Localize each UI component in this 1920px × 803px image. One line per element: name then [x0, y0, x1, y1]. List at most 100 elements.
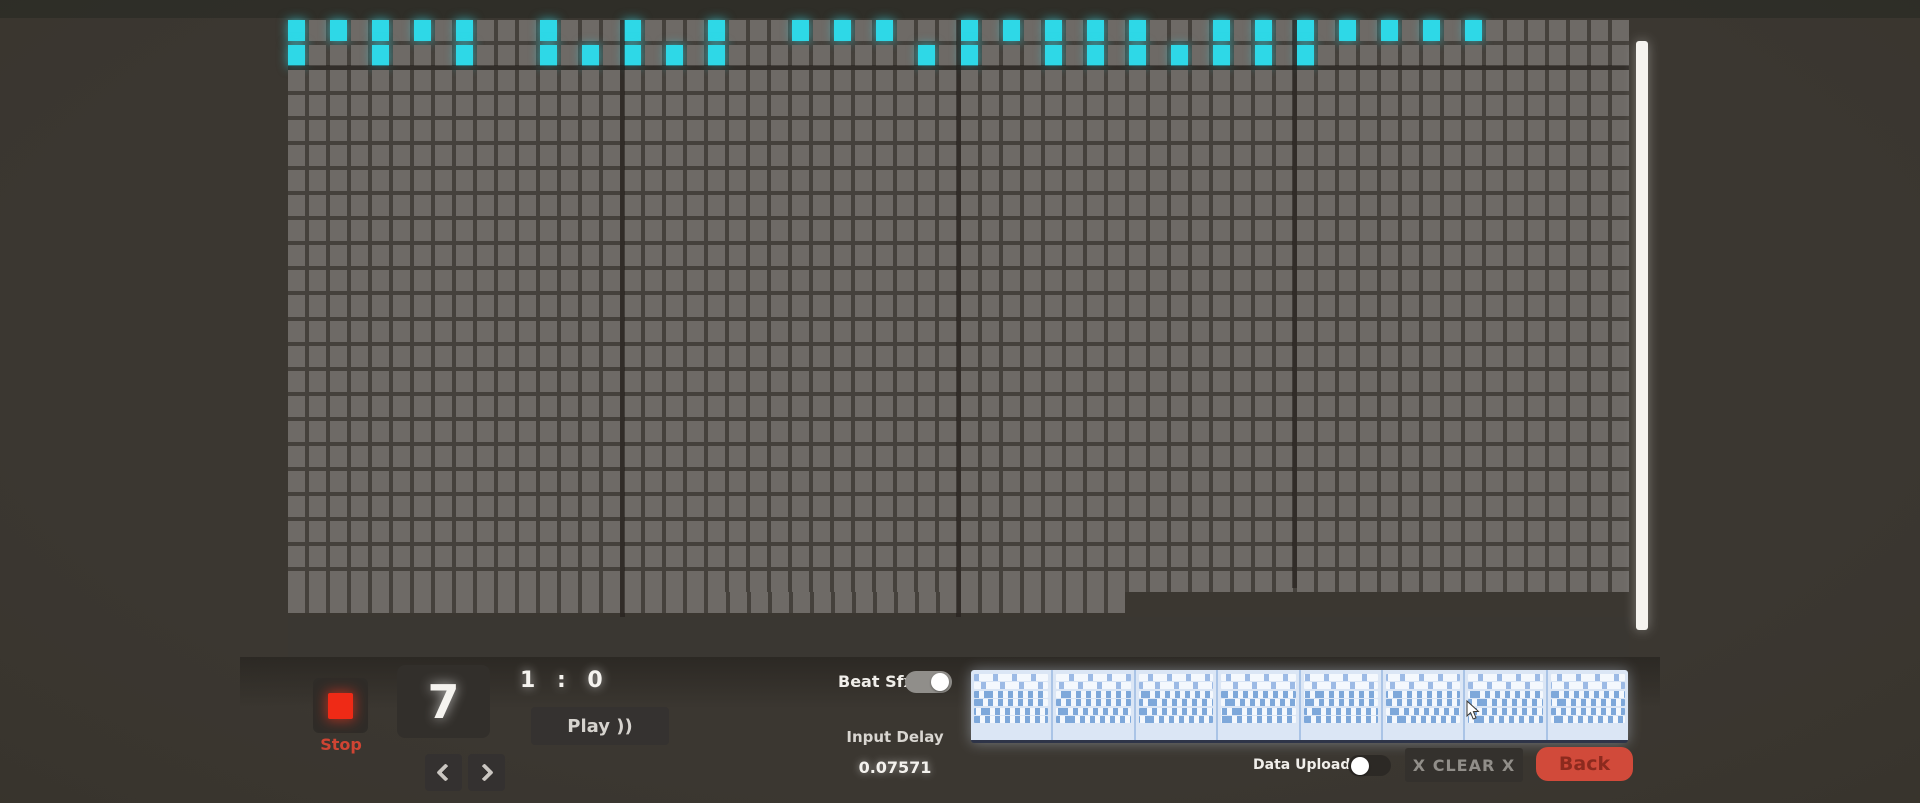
grid-cell[interactable]	[1213, 571, 1230, 592]
grid-cell[interactable]	[666, 145, 683, 166]
grid-cell[interactable]	[645, 571, 662, 592]
grid-cell[interactable]	[918, 346, 935, 367]
grid-cell[interactable]	[477, 546, 494, 567]
grid-cell[interactable]	[813, 446, 830, 467]
grid-cell[interactable]	[1444, 45, 1461, 66]
grid-cell[interactable]	[1045, 20, 1062, 41]
grid-cell[interactable]	[1192, 145, 1209, 166]
grid-cell[interactable]	[1255, 70, 1272, 91]
grid-cell[interactable]	[1129, 371, 1146, 392]
grid-cell[interactable]	[1444, 195, 1461, 216]
grid-cell[interactable]	[1507, 546, 1524, 567]
grid-cell[interactable]	[1360, 220, 1377, 241]
grid-cell[interactable]	[687, 496, 704, 517]
grid-cell[interactable]	[1423, 446, 1440, 467]
grid-cell[interactable]	[519, 145, 536, 166]
grid-cell[interactable]	[1318, 371, 1335, 392]
grid-cell[interactable]	[1045, 546, 1062, 567]
grid-cell[interactable]	[540, 421, 557, 442]
grid-cell[interactable]	[1171, 446, 1188, 467]
pattern-segment[interactable]	[971, 670, 1053, 740]
grid-cell[interactable]	[1381, 396, 1398, 417]
grid-cell[interactable]	[1402, 220, 1419, 241]
grid-cell[interactable]	[1129, 70, 1146, 91]
grid-cell[interactable]	[1465, 496, 1482, 517]
grid-cell[interactable]	[1549, 496, 1566, 517]
grid-cell[interactable]	[961, 195, 978, 216]
counter-box[interactable]: 7	[397, 665, 490, 738]
grid-cell[interactable]	[1528, 95, 1545, 116]
grid-cell[interactable]	[771, 120, 788, 141]
grid-cell[interactable]	[1339, 471, 1356, 492]
grid-cell[interactable]	[897, 421, 914, 442]
grid-cell[interactable]	[1507, 521, 1524, 542]
grid-cell[interactable]	[1318, 321, 1335, 342]
grid-cell[interactable]	[1150, 396, 1167, 417]
grid-cell[interactable]	[1150, 471, 1167, 492]
grid-cell[interactable]	[1066, 521, 1083, 542]
grid-cell[interactable]	[708, 571, 725, 592]
grid-cell[interactable]	[666, 446, 683, 467]
grid-cell[interactable]	[330, 20, 347, 41]
grid-cell[interactable]	[813, 521, 830, 542]
grid-cell[interactable]	[477, 95, 494, 116]
grid-cell[interactable]	[918, 321, 935, 342]
grid-cell[interactable]	[372, 571, 389, 592]
grid-cell[interactable]	[1213, 346, 1230, 367]
grid-cell[interactable]	[792, 20, 809, 41]
grid-cell[interactable]	[498, 220, 515, 241]
grid-cell[interactable]	[1087, 245, 1104, 266]
grid-cell[interactable]	[1045, 321, 1062, 342]
grid-cell[interactable]	[435, 245, 452, 266]
grid-cell[interactable]	[582, 496, 599, 517]
grid-cell[interactable]	[393, 145, 410, 166]
grid-cell[interactable]	[582, 120, 599, 141]
grid-cell[interactable]	[1192, 346, 1209, 367]
grid-cell[interactable]	[1276, 471, 1293, 492]
grid-cell[interactable]	[414, 170, 431, 191]
grid-cell[interactable]	[645, 70, 662, 91]
grid-cell[interactable]	[1213, 20, 1230, 41]
grid-cell[interactable]	[330, 371, 347, 392]
grid-cell[interactable]	[792, 471, 809, 492]
grid-cell[interactable]	[708, 371, 725, 392]
grid-cell[interactable]	[1465, 220, 1482, 241]
grid-cell[interactable]	[1255, 20, 1272, 41]
grid-cell[interactable]	[1528, 295, 1545, 316]
grid-cell[interactable]	[729, 571, 746, 592]
grid-cell[interactable]	[771, 95, 788, 116]
grid-cell[interactable]	[855, 371, 872, 392]
grid-cell[interactable]	[813, 170, 830, 191]
grid-cell[interactable]	[1486, 321, 1503, 342]
grid-cell[interactable]	[1339, 421, 1356, 442]
grid-cell[interactable]	[961, 571, 978, 592]
grid-cell[interactable]	[1591, 421, 1608, 442]
grid-cell[interactable]	[876, 270, 893, 291]
grid-cell[interactable]	[372, 45, 389, 66]
grid-cell[interactable]	[519, 396, 536, 417]
grid-cell[interactable]	[771, 220, 788, 241]
grid-cell[interactable]	[1507, 45, 1524, 66]
grid-cell[interactable]	[1423, 521, 1440, 542]
grid-cell[interactable]	[1465, 295, 1482, 316]
grid-cell[interactable]	[1297, 170, 1314, 191]
grid-cell[interactable]	[876, 546, 893, 567]
grid-cell[interactable]	[855, 195, 872, 216]
grid-cell[interactable]	[477, 145, 494, 166]
grid-cell[interactable]	[1297, 70, 1314, 91]
grid-cell[interactable]	[1381, 95, 1398, 116]
grid-cell[interactable]	[1318, 295, 1335, 316]
grid-cell[interactable]	[624, 70, 641, 91]
grid-cell[interactable]	[288, 546, 305, 567]
grid-cell[interactable]	[309, 95, 326, 116]
grid-cell[interactable]	[1213, 170, 1230, 191]
grid-cell[interactable]	[1150, 120, 1167, 141]
grid-cell[interactable]	[1234, 521, 1251, 542]
grid-cell[interactable]	[351, 396, 368, 417]
grid-cell[interactable]	[982, 421, 999, 442]
grid-cell[interactable]	[435, 446, 452, 467]
grid-cell[interactable]	[855, 496, 872, 517]
grid-cell[interactable]	[813, 571, 830, 592]
grid-cell[interactable]	[477, 45, 494, 66]
grid-cell[interactable]	[897, 170, 914, 191]
